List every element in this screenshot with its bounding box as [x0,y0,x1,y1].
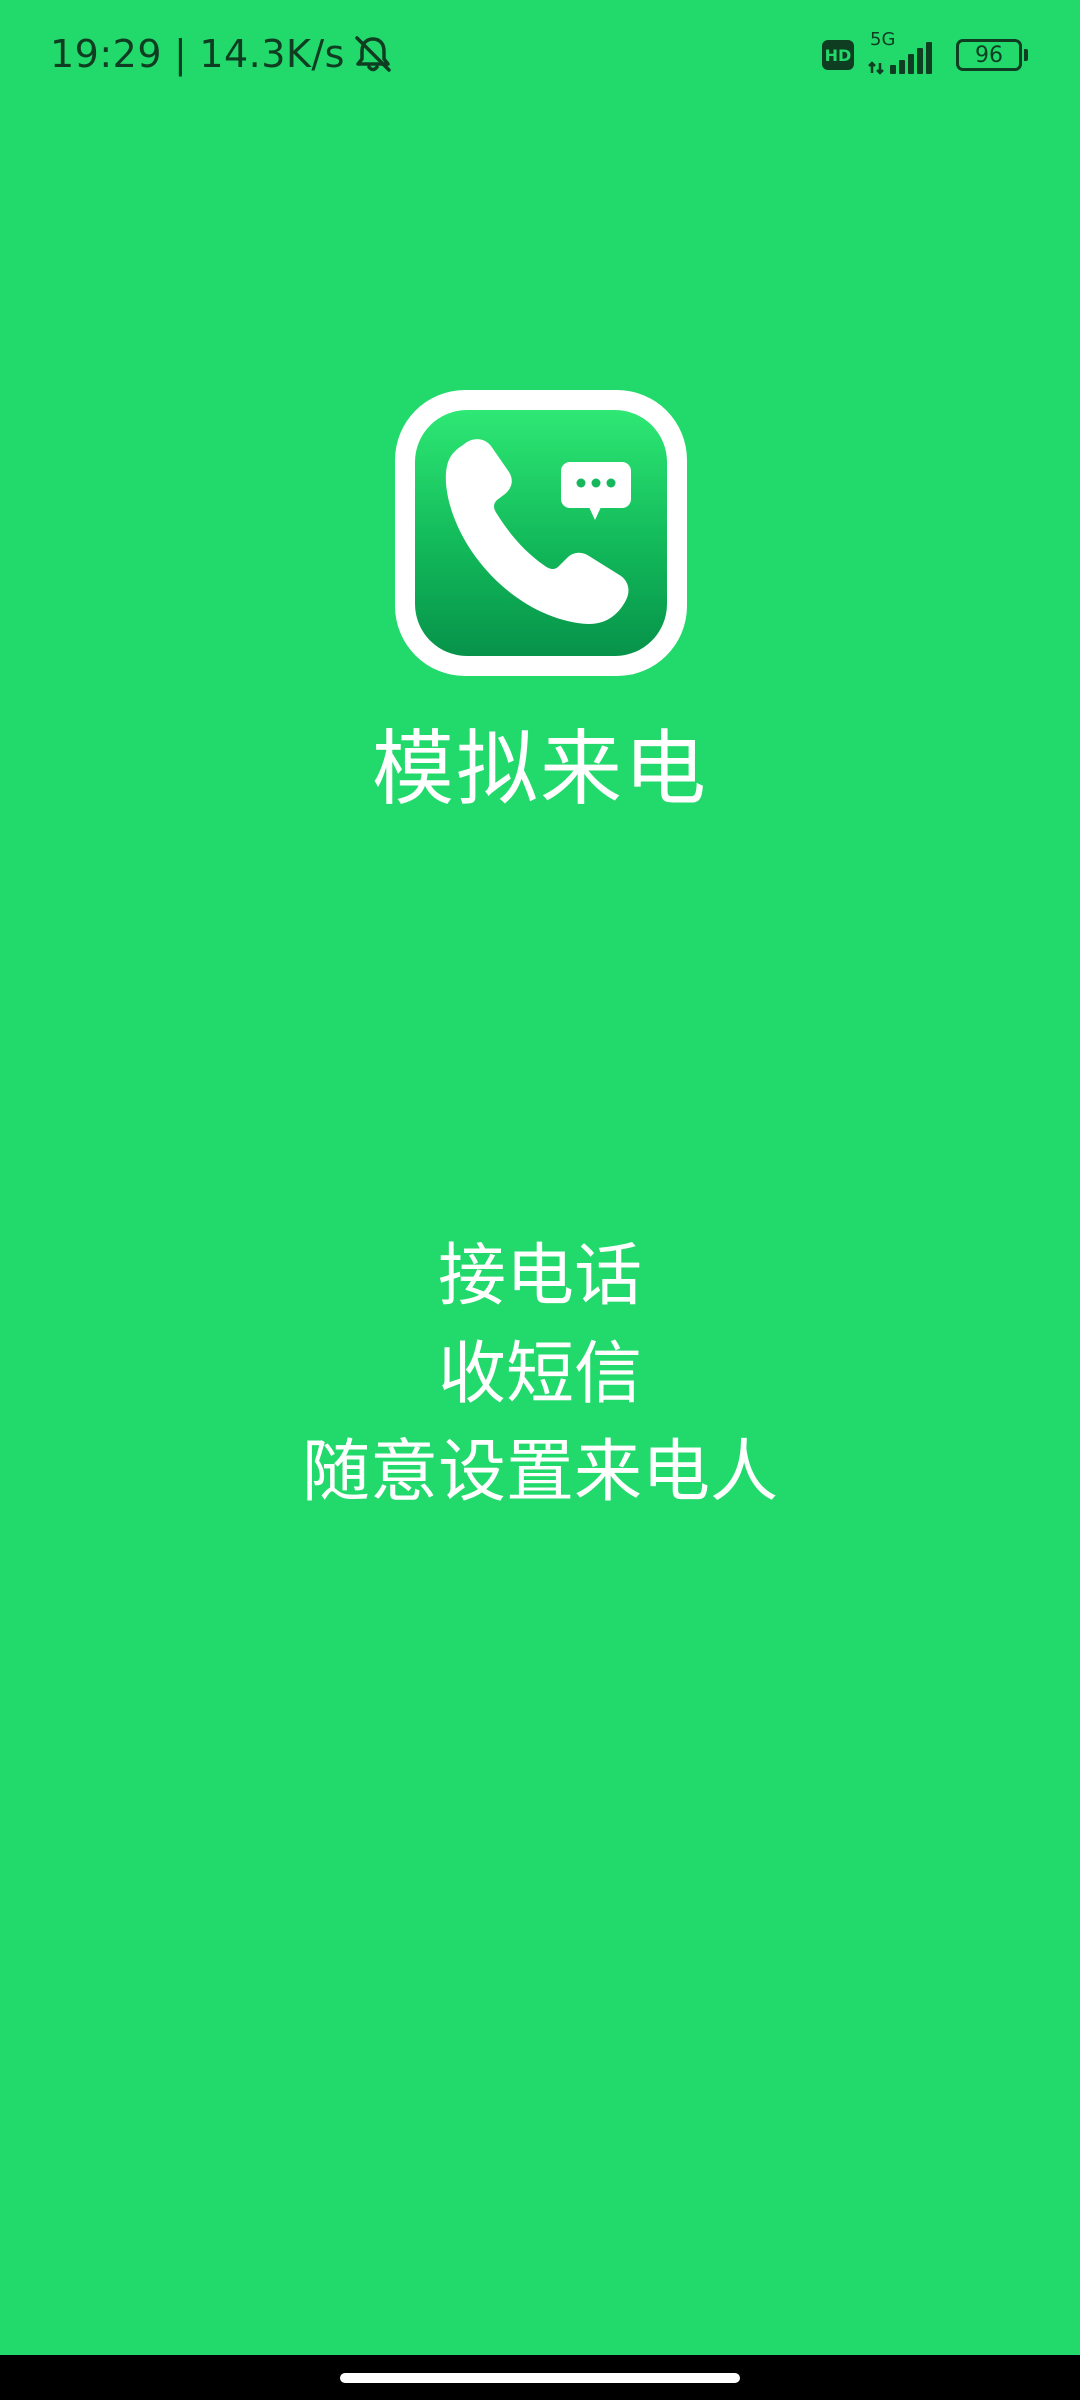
navigation-bar [0,2355,1080,2400]
app-name: 模拟来电 [371,722,708,817]
feature-answer-calls: 接电话 [437,1237,642,1316]
hd-badge: HD [822,40,854,70]
feature-list: 接电话 收短信 随意设置来电人 [0,1228,1080,1522]
splash-screen: 19:29 | 14.3K/s HD 5G 96 模拟来电 接电话 收短信 随意… [0,0,1080,2355]
status-right: HD 5G 96 [822,29,1028,80]
status-separator: | [174,32,188,76]
battery-icon: 96 [956,39,1028,71]
mute-bell-icon [355,36,391,72]
home-indicator[interactable] [340,2373,740,2383]
app-logo-tile [415,410,667,656]
status-time: 19:29 [50,32,163,76]
app-logo [395,390,687,676]
cellular-signal-icon: 5G [868,29,940,77]
network-speed: 14.3K/s [199,32,345,76]
battery-level: 96 [975,42,1003,68]
phone-message-icon [445,439,631,624]
feature-set-caller: 随意设置来电人 [301,1433,778,1512]
feature-receive-sms: 收短信 [437,1335,642,1414]
status-bar: 19:29 | 14.3K/s HD 5G 96 [0,0,1080,110]
status-left: 19:29 | 14.3K/s [50,28,395,80]
